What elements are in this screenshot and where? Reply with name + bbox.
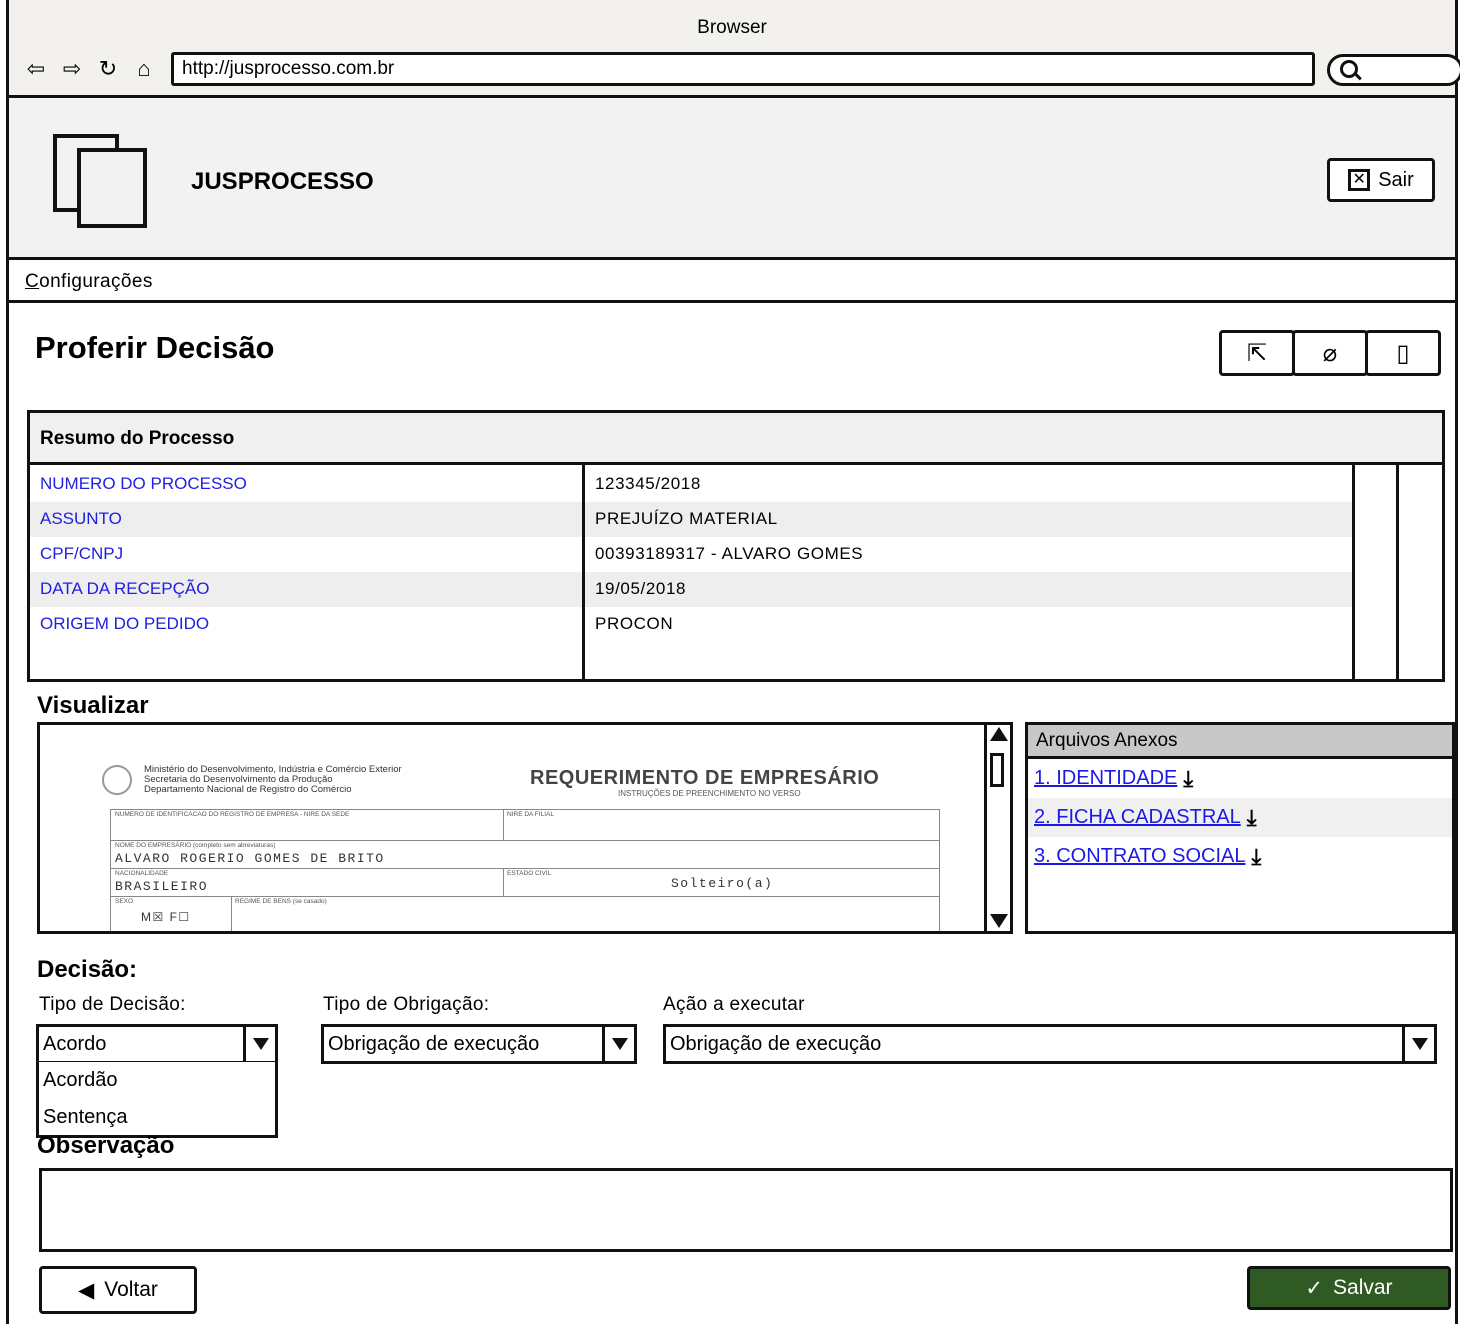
- close-icon: ✕: [1348, 169, 1371, 191]
- logout-button[interactable]: ✕ Sair: [1327, 158, 1435, 202]
- browser-chrome: Browser ⇦ ⇨ ↻ ⌂ http://jusprocesso.com.b…: [9, 0, 1460, 98]
- row-value: 00393189317 - ALVARO GOMES: [595, 544, 864, 563]
- scroll-thumb[interactable]: [990, 753, 1004, 787]
- share-icon: ⇱: [1246, 339, 1268, 367]
- coat-of-arms-icon: [102, 765, 132, 795]
- list-item: 1. IDENTIDADE ⤓: [1028, 759, 1452, 798]
- acao-label: Ação a executar: [663, 994, 805, 1015]
- documents-logo-icon: [53, 134, 153, 230]
- document-subtitle: INSTRUÇÕES DE PREENCHIMENTO NO VERSO: [618, 789, 801, 798]
- row-label: ORIGEM DO PEDIDO: [40, 614, 210, 633]
- row-label: DATA DA RECEPÇÃO: [40, 579, 210, 598]
- document-viewer[interactable]: Ministério do Desenvolvimento, Indústria…: [37, 722, 1013, 934]
- attach-icon: ⌀: [1322, 339, 1338, 367]
- attachments-panel: Arquivos Anexos 1. IDENTIDADE ⤓ 2. FICHA…: [1025, 722, 1455, 934]
- list-item: 3. CONTRATO SOCIAL ⤓: [1028, 837, 1452, 876]
- document-form: NUMERO DE IDENTIFICACAO DO REGISTRO DE E…: [110, 809, 940, 931]
- chevron-down-icon[interactable]: [1402, 1027, 1434, 1061]
- observacao-label: Observação: [37, 1132, 175, 1159]
- decisao-label: Decisão:: [37, 956, 138, 983]
- back-arrow-icon[interactable]: ⇦: [23, 55, 49, 83]
- attachments-header: Arquivos Anexos: [1028, 725, 1452, 759]
- row-value: 19/05/2018: [595, 579, 687, 598]
- page-toolbar: ⇱ ⌀ ▯: [1219, 330, 1441, 376]
- table-row: CPF/CNPJ 00393189317 - ALVARO GOMES: [30, 537, 1354, 572]
- download-icon[interactable]: ⤓: [1247, 798, 1257, 837]
- page-title: Proferir Decisão: [35, 330, 275, 365]
- row-value: PREJUÍZO MATERIAL: [595, 509, 778, 528]
- viewer-scrollbar[interactable]: [984, 725, 1010, 931]
- list-item: 2. FICHA CADASTRAL ⤓: [1028, 798, 1452, 837]
- row-value: 123345/2018: [595, 474, 701, 493]
- browser-nav: ⇦ ⇨ ↻ ⌂: [23, 55, 157, 83]
- row-label: ASSUNTO: [40, 509, 122, 528]
- tipo-obrigacao-select[interactable]: Obrigação de execução: [321, 1024, 637, 1064]
- tipo-decisao-label: Tipo de Decisão:: [39, 994, 186, 1015]
- share-button[interactable]: ⇱: [1219, 330, 1295, 376]
- resumo-header: Resumo do Processo: [30, 413, 1442, 465]
- chevron-down-icon[interactable]: [243, 1027, 275, 1061]
- column-divider: [1352, 465, 1355, 679]
- new-document-button[interactable]: ▯: [1365, 330, 1441, 376]
- attachment-link-identidade[interactable]: 1. IDENTIDADE: [1034, 759, 1177, 798]
- document-title: REQUERIMENTO DE EMPRESÁRIO: [530, 767, 880, 789]
- column-divider: [1396, 465, 1399, 679]
- row-label: NUMERO DO PROCESSO: [40, 474, 247, 493]
- browser-window: Browser ⇦ ⇨ ↻ ⌂ http://jusprocesso.com.b…: [6, 0, 1460, 1324]
- scanned-document: Ministério do Desenvolvimento, Indústria…: [40, 725, 985, 931]
- visualizar-label: Visualizar: [37, 692, 149, 719]
- search-icon: [1340, 60, 1358, 78]
- menu-bar: Configurações: [9, 263, 1455, 303]
- column-divider: [582, 465, 585, 679]
- tipo-decisao-value: Acordo: [43, 1033, 107, 1055]
- app-name: JUSPROCESSO: [191, 168, 374, 195]
- dropdown-option[interactable]: Acordão: [39, 1062, 275, 1099]
- table-row: NUMERO DO PROCESSO 123345/2018: [30, 467, 1354, 502]
- back-button[interactable]: ◀ Voltar: [39, 1266, 197, 1314]
- tipo-decisao-dropdown: Acordão Sentença: [36, 1062, 278, 1138]
- tipo-obrigacao-label: Tipo de Obrigação:: [323, 994, 490, 1015]
- table-row: ASSUNTO PREJUÍZO MATERIAL: [30, 502, 1354, 537]
- browser-title: Browser: [697, 17, 767, 38]
- attachment-link-ficha-cadastral[interactable]: 2. FICHA CADASTRAL: [1034, 798, 1241, 837]
- logout-label: Sair: [1378, 168, 1414, 191]
- save-button[interactable]: ✓ Salvar: [1247, 1266, 1451, 1310]
- resumo-table: Resumo do Processo NUMERO DO PROCESSO 12…: [27, 410, 1445, 682]
- checkmark-icon: ✓: [1305, 1276, 1324, 1300]
- acao-value: Obrigação de execução: [670, 1033, 882, 1055]
- table-row: DATA DA RECEPÇÃO 19/05/2018: [30, 572, 1354, 607]
- forward-arrow-icon[interactable]: ⇨: [59, 55, 85, 83]
- observacao-textarea[interactable]: [39, 1168, 1453, 1252]
- browser-search-field[interactable]: [1327, 54, 1460, 86]
- back-label: Voltar: [104, 1278, 158, 1301]
- row-value: PROCON: [595, 614, 674, 633]
- home-icon[interactable]: ⌂: [131, 55, 157, 83]
- save-label: Salvar: [1333, 1276, 1393, 1299]
- document-icon: ▯: [1396, 339, 1410, 367]
- menu-item-configuracoes[interactable]: Configurações: [25, 271, 153, 292]
- reload-icon[interactable]: ↻: [95, 55, 121, 83]
- resumo-body: NUMERO DO PROCESSO 123345/2018 ASSUNTO P…: [30, 465, 1442, 679]
- ministry-header: Ministério do Desenvolvimento, Indústria…: [144, 764, 402, 795]
- url-bar[interactable]: http://jusprocesso.com.br: [171, 52, 1315, 86]
- tipo-decisao-select[interactable]: Acordo: [36, 1024, 278, 1064]
- download-icon[interactable]: ⤓: [1183, 759, 1193, 798]
- table-row: ORIGEM DO PEDIDO PROCON: [30, 607, 1354, 642]
- chevron-down-icon[interactable]: [602, 1027, 634, 1061]
- scroll-down-icon[interactable]: [990, 914, 1008, 928]
- download-icon[interactable]: ⤓: [1252, 837, 1262, 876]
- attachment-link-contrato-social[interactable]: 3. CONTRATO SOCIAL: [1034, 837, 1246, 876]
- acao-select[interactable]: Obrigação de execução: [663, 1024, 1437, 1064]
- scroll-up-icon[interactable]: [990, 727, 1008, 741]
- arrow-left-icon: ◀: [78, 1278, 95, 1302]
- tipo-obrigacao-value: Obrigação de execução: [328, 1033, 540, 1055]
- row-label: CPF/CNPJ: [40, 544, 124, 563]
- app-header: JUSPROCESSO ✕ Sair: [9, 98, 1455, 260]
- dropdown-option[interactable]: Sentença: [39, 1099, 275, 1136]
- attach-button[interactable]: ⌀: [1292, 330, 1368, 376]
